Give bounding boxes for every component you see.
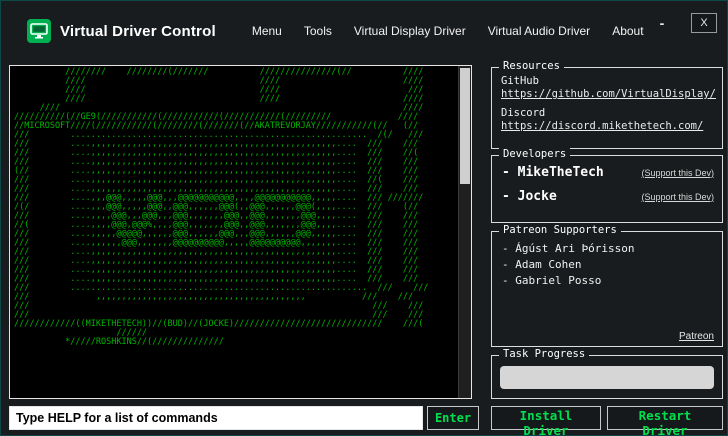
menu-item-menu[interactable]: Menu — [252, 24, 282, 38]
title-bar: Virtual Driver Control Menu Tools Virtua… — [1, 1, 727, 61]
support-dev-link-jocke[interactable]: (Support this Dev) — [641, 192, 714, 202]
menu-item-about[interactable]: About — [612, 24, 643, 38]
discord-label: Discord — [501, 107, 546, 119]
resources-group: Resources GitHub https://github.com/Virt… — [491, 60, 723, 149]
console-output[interactable]: //////// ////////(/////// //////////////… — [9, 65, 472, 399]
github-link[interactable]: https://github.com/VirtualDisplay/ — [501, 88, 722, 100]
support-dev-link-mikethetech[interactable]: (Support this Dev) — [641, 168, 714, 178]
console-ascii-art: //////// ////////(/////// //////////////… — [14, 67, 429, 347]
install-driver-button[interactable]: Install Driver — [491, 406, 601, 435]
task-progress-group-title: Task Progress — [499, 348, 590, 360]
patreon-link[interactable]: Patreon — [679, 331, 714, 342]
menu-bar: Menu Tools Virtual Display Driver Virtua… — [252, 24, 644, 38]
patreon-group-title: Patreon Supporters — [499, 224, 621, 236]
console-scrollbar[interactable] — [458, 66, 471, 398]
enter-button[interactable]: Enter — [427, 406, 479, 430]
patreon-supporter: - Gabriel Posso — [502, 274, 602, 287]
developers-group: Developers - MikeTheTech (Support this D… — [491, 148, 723, 223]
app-window: Virtual Driver Control Menu Tools Virtua… — [0, 0, 728, 436]
task-progress-bar — [500, 366, 714, 389]
command-input[interactable] — [9, 406, 423, 430]
close-button[interactable]: X — [691, 13, 717, 33]
developer-row: - MikeTheTech (Support this Dev) — [502, 165, 714, 180]
window-title: Virtual Driver Control — [60, 22, 216, 40]
window-controls: - X — [649, 13, 717, 33]
patreon-supporter: - Ágúst Ari Þórisson — [502, 242, 635, 255]
app-logo-icon — [27, 19, 51, 43]
menu-item-virtual-display-driver[interactable]: Virtual Display Driver — [354, 24, 466, 38]
restart-driver-button[interactable]: Restart Driver — [607, 406, 723, 435]
menu-item-tools[interactable]: Tools — [304, 24, 332, 38]
menu-item-virtual-audio-driver[interactable]: Virtual Audio Driver — [488, 24, 591, 38]
minimize-button[interactable]: - — [649, 13, 675, 33]
resources-group-title: Resources — [499, 60, 564, 72]
patreon-group: Patreon Supporters - Ágúst Ari Þórisson … — [491, 224, 723, 347]
patreon-supporter: - Adam Cohen — [502, 258, 582, 271]
developers-group-title: Developers — [499, 148, 571, 160]
console-scrollbar-thumb[interactable] — [460, 68, 470, 184]
task-progress-group: Task Progress — [491, 348, 723, 399]
developer-name-jocke: - Jocke — [502, 189, 557, 204]
github-label: GitHub — [501, 75, 539, 87]
developer-row: - Jocke (Support this Dev) — [502, 189, 714, 204]
developer-name-mikethetech: - MikeTheTech — [502, 165, 604, 180]
discord-link[interactable]: https://discord.mikethetech.com/ — [501, 120, 722, 132]
